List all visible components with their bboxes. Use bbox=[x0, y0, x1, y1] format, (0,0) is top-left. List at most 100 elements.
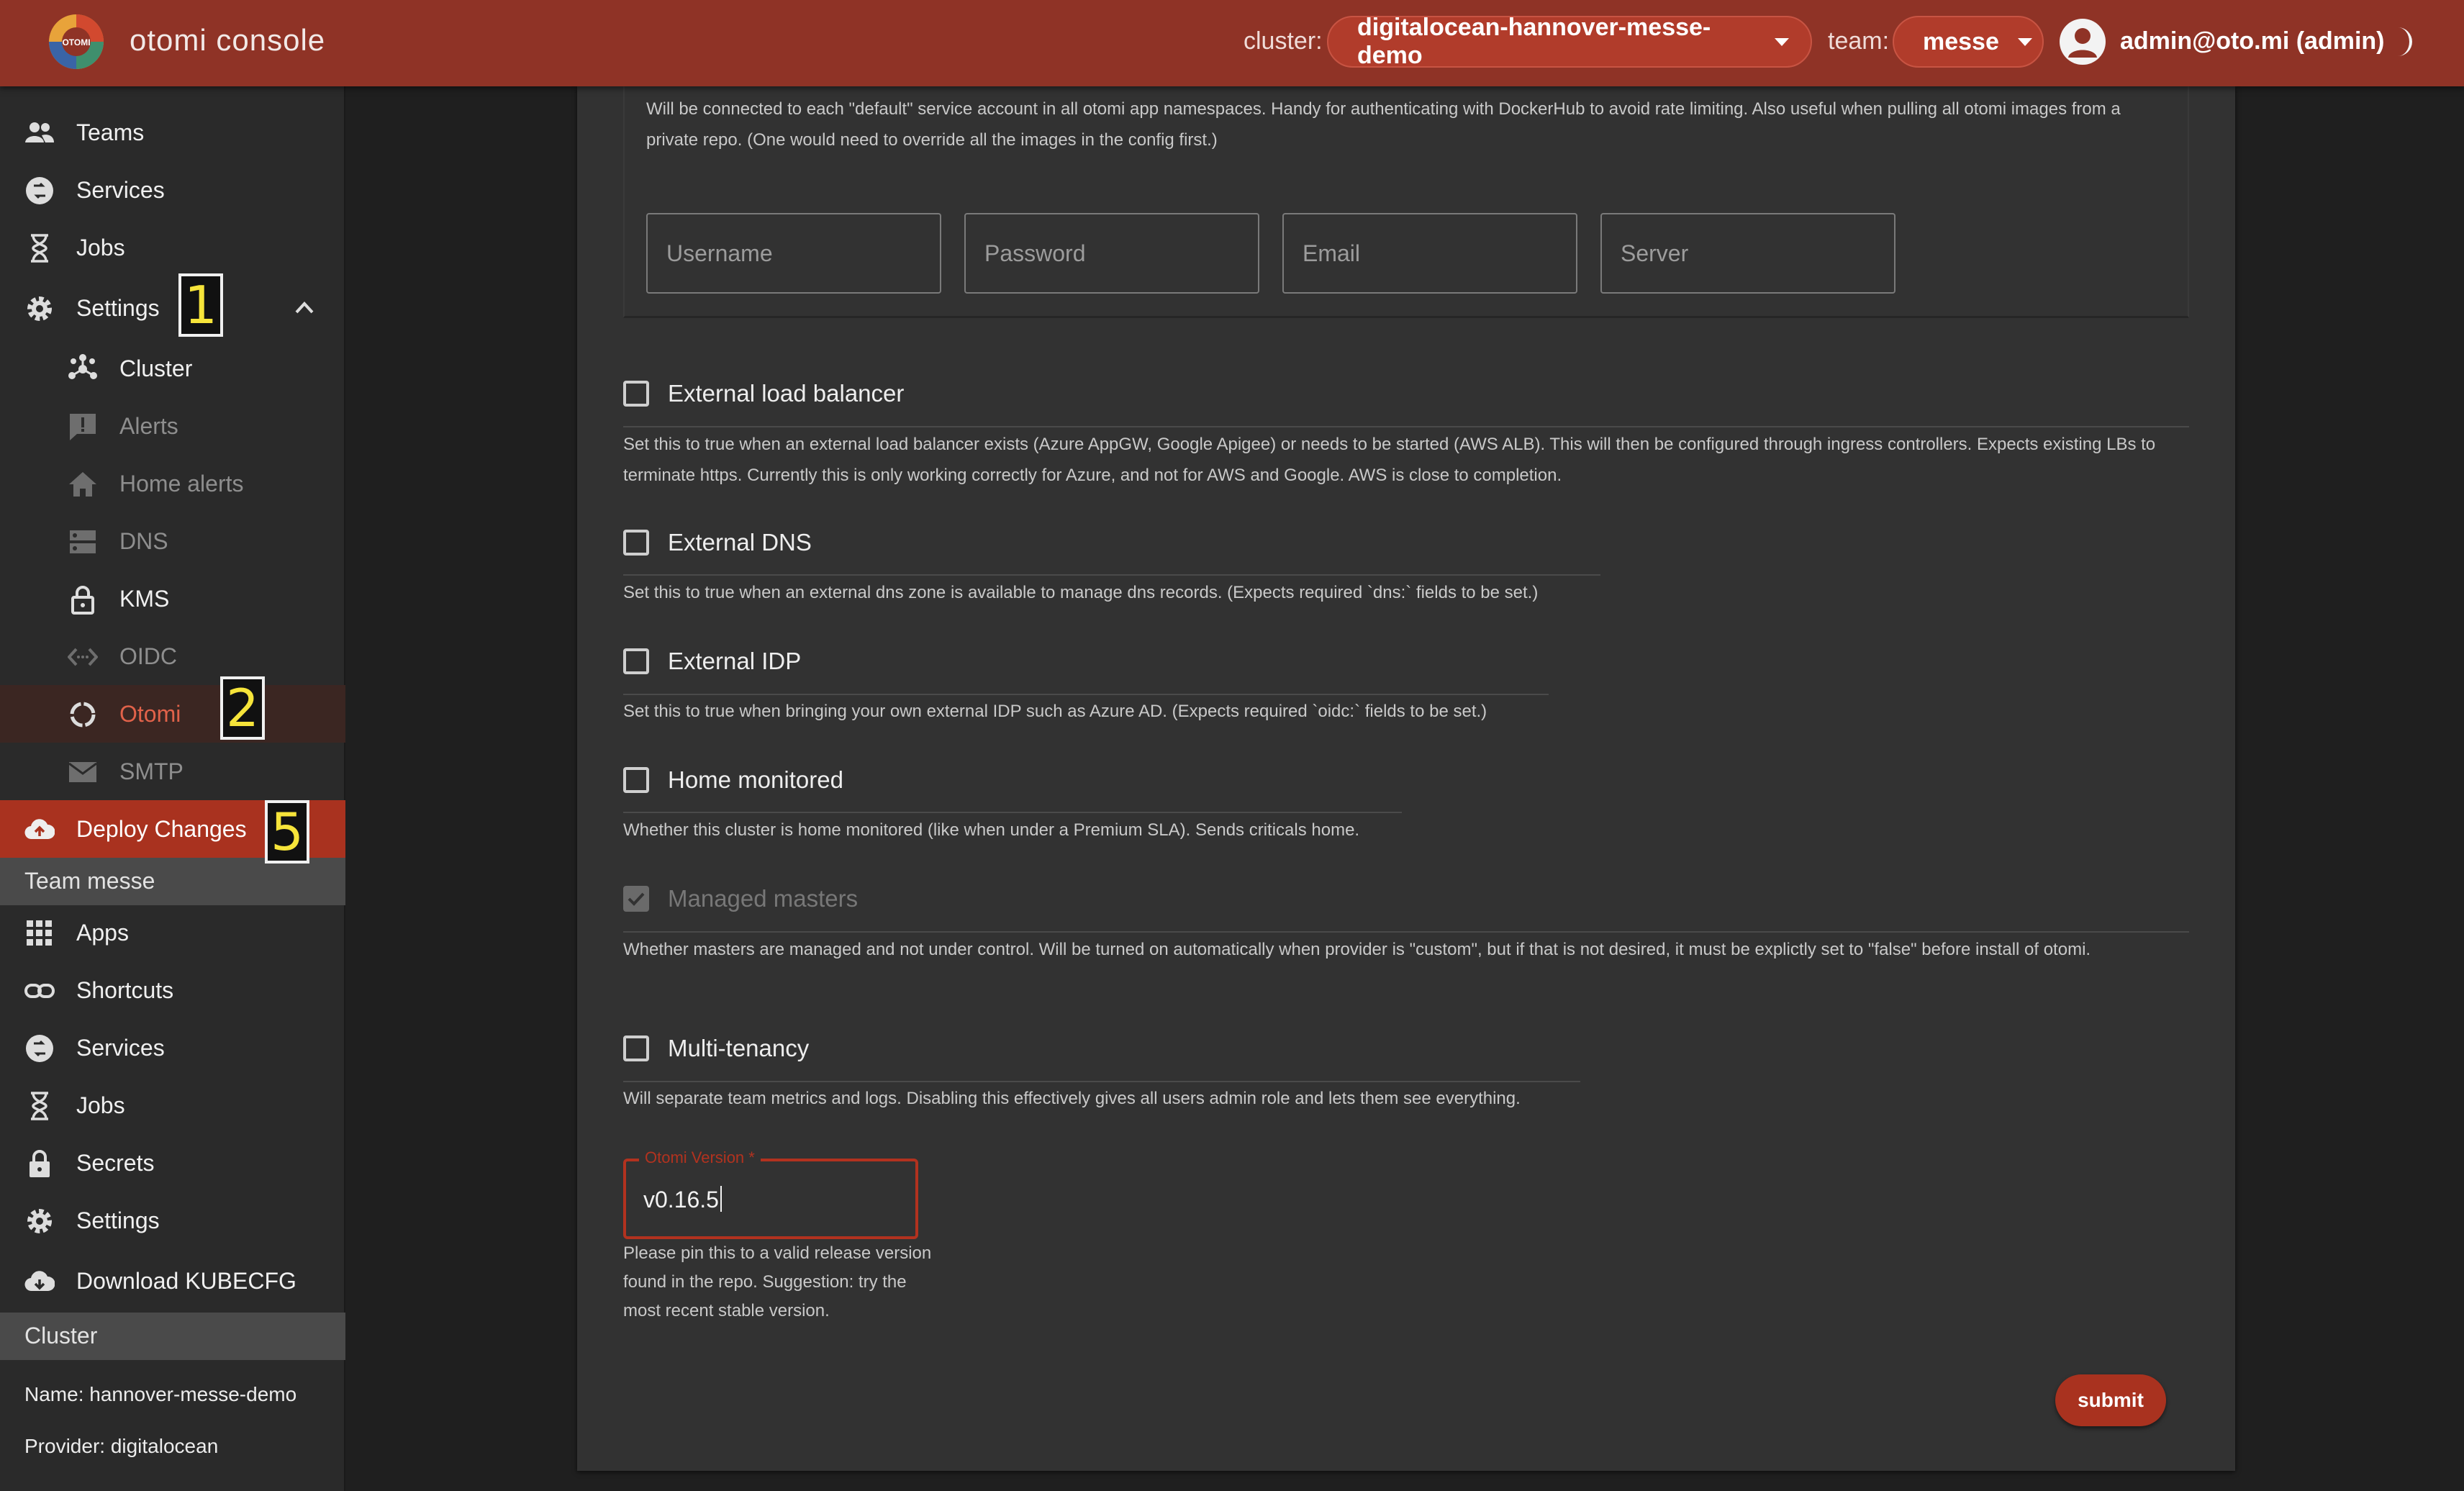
chevron-up-icon[interactable] bbox=[294, 299, 315, 315]
managed-masters-checkbox[interactable] bbox=[623, 886, 649, 912]
sidebar-item-settings[interactable]: Settings bbox=[0, 279, 345, 337]
sidebar-item-label: Home alerts bbox=[119, 470, 244, 497]
email-field[interactable]: Email bbox=[1282, 213, 1577, 294]
cluster-icon bbox=[68, 354, 97, 379]
sidebar-item-label: SMTP bbox=[119, 758, 184, 784]
chevron-down-icon bbox=[2017, 37, 2032, 46]
sidebar-item-label: OIDC bbox=[119, 643, 177, 669]
otomi-version-helper: Please pin this to a valid release versi… bbox=[623, 1243, 932, 1320]
sidebar-item-secrets[interactable]: Secrets bbox=[0, 1134, 345, 1192]
cluster-name: Name: hannover-messe-demo bbox=[24, 1383, 297, 1405]
sidebar-item-team-services[interactable]: Services bbox=[0, 1019, 345, 1077]
team-section-header: Team messe bbox=[0, 858, 345, 905]
sidebar-item-alerts[interactable]: Alerts bbox=[0, 397, 345, 455]
code-icon bbox=[68, 648, 98, 666]
mail-icon bbox=[68, 762, 97, 782]
sidebar-item-home-alerts[interactable]: Home alerts bbox=[0, 455, 345, 512]
sidebar-item-label: Settings bbox=[76, 294, 160, 321]
sidebar-item-otomi[interactable]: Otomi bbox=[0, 685, 345, 743]
sidebar-item-jobs[interactable]: Jobs bbox=[0, 219, 345, 276]
sidebar-item-smtp[interactable]: SMTP bbox=[0, 743, 345, 800]
sidebar-item-label: Settings bbox=[76, 1207, 160, 1233]
home-monitored-checkbox[interactable] bbox=[623, 767, 649, 793]
sidebar-item-label: Deploy Changes bbox=[76, 815, 247, 842]
sidebar-item-teams[interactable]: Teams bbox=[0, 104, 345, 161]
sidebar-item-kms[interactable]: KMS bbox=[0, 570, 345, 627]
annotation-marker-5: 5 bbox=[265, 800, 309, 864]
sidebar-item-label: Otomi bbox=[119, 700, 181, 727]
dns-icon bbox=[70, 530, 96, 553]
multi-tenancy-label: Multi-tenancy bbox=[668, 1035, 810, 1061]
chevron-down-icon bbox=[1775, 37, 1789, 46]
otomi-logo-icon[interactable]: OTOMI bbox=[47, 13, 105, 71]
sidebar-item-label: Jobs bbox=[76, 1092, 125, 1118]
divider bbox=[623, 1081, 1580, 1082]
username-field[interactable]: Username bbox=[646, 213, 941, 294]
cloud-upload-icon bbox=[24, 819, 55, 840]
cluster-select-value: digitalocean-hannover-messe-demo bbox=[1357, 14, 1711, 69]
sidebar-item-label: Services bbox=[76, 176, 165, 203]
gear-icon bbox=[27, 1209, 52, 1233]
sidebar-item-label: Cluster bbox=[119, 355, 193, 381]
server-field[interactable]: Server bbox=[1600, 213, 1895, 294]
lock-icon bbox=[71, 586, 94, 615]
external-load-balancer-checkbox[interactable] bbox=[623, 381, 649, 407]
external-idp-checkbox[interactable] bbox=[623, 648, 649, 674]
divider bbox=[623, 812, 1402, 813]
team-label: team: bbox=[1828, 27, 1890, 55]
team-select[interactable]: messe bbox=[1893, 16, 2044, 68]
alert-icon bbox=[70, 414, 96, 440]
cluster-label: cluster: bbox=[1244, 27, 1323, 55]
external-idp-label: External IDP bbox=[668, 648, 802, 674]
sidebar-item-cluster[interactable]: Cluster bbox=[0, 340, 345, 397]
user-menu[interactable]: admin@oto.mi (admin) bbox=[2120, 27, 2384, 55]
otomi-icon bbox=[70, 702, 96, 728]
services-icon bbox=[26, 1035, 53, 1062]
external-dns-description: Set this to true when an external dns zo… bbox=[623, 583, 1539, 602]
hourglass-icon bbox=[31, 1092, 48, 1120]
cluster-provider: Provider: digitalocean bbox=[24, 1435, 219, 1457]
sidebar-item-shortcuts[interactable]: Shortcuts bbox=[0, 961, 345, 1019]
external-idp-description: Set this to true when bringing your own … bbox=[623, 702, 1487, 721]
external-load-balancer-description: Set this to true when an external load b… bbox=[623, 435, 2156, 485]
avatar-icon[interactable] bbox=[2060, 19, 2106, 65]
divider bbox=[623, 426, 2189, 427]
divider bbox=[623, 574, 1600, 576]
gear-icon bbox=[27, 296, 52, 321]
app-title: otomi console bbox=[130, 23, 326, 57]
sidebar: Teams Services Jobs Settings Cluster Ale… bbox=[0, 86, 345, 1491]
lock-icon bbox=[30, 1150, 50, 1177]
sidebar-item-label: Teams bbox=[76, 119, 145, 145]
sidebar-item-label: Services bbox=[76, 1034, 165, 1061]
apps-grid-icon bbox=[27, 920, 52, 946]
sidebar-item-apps[interactable]: Apps bbox=[0, 904, 345, 961]
sidebar-item-team-settings[interactable]: Settings bbox=[0, 1192, 345, 1249]
dark-mode-toggle-icon[interactable] bbox=[2388, 26, 2417, 58]
sidebar-item-services[interactable]: Services bbox=[0, 161, 345, 219]
sidebar-item-label: KMS bbox=[119, 585, 170, 612]
people-icon bbox=[25, 122, 54, 142]
cluster-section-header: Cluster bbox=[0, 1313, 345, 1360]
home-monitored-description: Whether this cluster is home monitored (… bbox=[623, 820, 1360, 840]
external-dns-label: External DNS bbox=[668, 529, 812, 556]
sidebar-item-label: Shortcuts bbox=[76, 976, 174, 1003]
password-field[interactable]: Password bbox=[964, 213, 1259, 294]
sidebar-item-label: Apps bbox=[76, 919, 129, 946]
download-kubecfg-button[interactable]: Download KUBECFG bbox=[0, 1252, 345, 1310]
sidebar-item-oidc[interactable]: OIDC bbox=[0, 627, 345, 685]
checkmark-icon bbox=[628, 892, 645, 906]
otomi-version-label: Otomi Version * bbox=[639, 1148, 761, 1167]
sidebar-item-team-jobs[interactable]: Jobs bbox=[0, 1077, 345, 1134]
otomi-version-value[interactable]: v0.16.5 bbox=[643, 1186, 722, 1213]
submit-button[interactable]: submit bbox=[2055, 1374, 2166, 1426]
services-icon bbox=[26, 177, 53, 204]
sidebar-item-label: DNS bbox=[119, 527, 168, 554]
sidebar-item-dns[interactable]: DNS bbox=[0, 512, 345, 570]
external-dns-checkbox[interactable] bbox=[623, 530, 649, 556]
text-cursor bbox=[720, 1186, 722, 1212]
sidebar-item-label: Download KUBECFG bbox=[76, 1267, 296, 1294]
cluster-select[interactable]: digitalocean-hannover-messe-demo bbox=[1327, 14, 1812, 69]
cluster-section-label: Cluster bbox=[24, 1323, 98, 1349]
multi-tenancy-checkbox[interactable] bbox=[623, 1035, 649, 1061]
hourglass-icon bbox=[31, 234, 48, 263]
